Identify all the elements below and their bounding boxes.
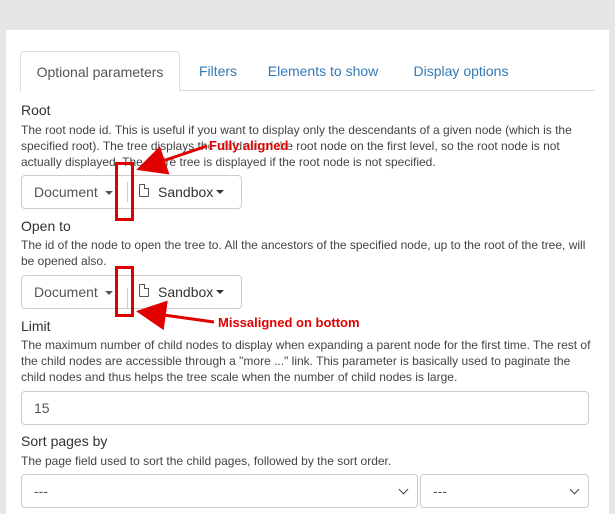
annotation-label-aligned: Fully aligned: [209, 138, 289, 153]
chevron-down-icon: [105, 291, 113, 295]
chevron-down-icon: [398, 484, 409, 495]
sort-order-select[interactable]: ---: [420, 474, 589, 508]
annotation-box-misaligned: [115, 266, 134, 317]
sort-field-value: ---: [34, 483, 48, 499]
chevron-down-icon: [569, 484, 580, 495]
root-space-label[interactable]: Sandbox: [158, 176, 213, 208]
tab-display-options[interactable]: Display options: [406, 51, 516, 92]
annotation-label-misaligned: Missaligned on bottom: [218, 315, 360, 330]
chevron-down-icon: [216, 290, 224, 294]
tab-filters[interactable]: Filters: [186, 51, 250, 92]
file-icon: [139, 284, 149, 297]
limit-label: Limit: [21, 318, 51, 334]
sort-help: The page field used to sort the child pa…: [21, 454, 392, 468]
sort-label: Sort pages by: [21, 433, 108, 449]
open-to-doc-type-label[interactable]: Document: [34, 276, 98, 308]
chevron-down-icon: [105, 191, 113, 195]
open-to-space-label[interactable]: Sandbox: [158, 276, 213, 308]
chevron-down-icon: [216, 190, 224, 194]
top-band: [0, 0, 615, 30]
tab-optional-parameters[interactable]: Optional parameters: [20, 51, 180, 92]
sort-order-value: ---: [433, 483, 447, 499]
tab-elements-to-show[interactable]: Elements to show: [260, 51, 386, 92]
macro-parameters-panel: Optional parameters Filters Elements to …: [6, 30, 609, 514]
sort-field-select[interactable]: ---: [21, 474, 418, 508]
root-doc-type-label[interactable]: Document: [34, 176, 98, 208]
tab-bar: Optional parameters Filters Elements to …: [20, 51, 595, 92]
open-to-help: The id of the node to open the tree to. …: [21, 238, 586, 268]
limit-help: The maximum number of child nodes to dis…: [21, 338, 591, 384]
open-to-label: Open to: [21, 218, 71, 234]
file-icon: [139, 184, 149, 197]
annotation-box-aligned: [115, 162, 134, 221]
root-label: Root: [21, 102, 51, 118]
root-help: The root node id. This is useful if you …: [21, 123, 572, 169]
limit-input[interactable]: 15: [21, 391, 589, 425]
